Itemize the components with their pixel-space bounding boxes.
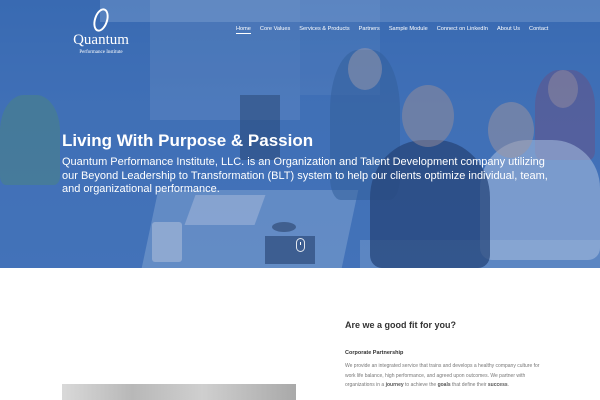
hero-text: Quantum Performance Institute, LLC. is a… [62, 156, 548, 195]
fit-section-title: Are we a good fit for you? [345, 320, 457, 330]
section-image [62, 384, 296, 400]
nav-item-sample-module[interactable]: Sample Module [389, 26, 428, 34]
nav-item-about-us[interactable]: About Us [497, 26, 520, 34]
fit-body-bold-journey: journey [385, 382, 404, 388]
fit-body-bold-success: success [487, 382, 508, 388]
nav-item-partners[interactable]: Partners [359, 26, 380, 34]
fit-section-body: We provide an integrated service that tr… [345, 362, 545, 391]
fit-body-bold-goals: goals [437, 382, 451, 388]
nav-item-contact[interactable]: Contact [529, 26, 548, 34]
nav-item-services-products[interactable]: Services & Products [299, 26, 349, 34]
fit-body-text: to achieve the [403, 382, 438, 388]
hero-section: Quantum Performance Institute Home Core … [0, 0, 600, 268]
fit-body-text: that define their [450, 382, 488, 388]
nav-item-home[interactable]: Home [236, 26, 251, 34]
logo-name: Quantum [73, 32, 129, 48]
scroll-down-icon[interactable] [296, 238, 305, 252]
hero-title: Living With Purpose & Passion [62, 131, 314, 150]
nav-item-core-values[interactable]: Core Values [260, 26, 290, 34]
scroll-dot [300, 242, 301, 245]
fit-section-subtitle: Corporate Partnership [345, 350, 404, 356]
logo-subtitle: Performance Institute [79, 50, 123, 55]
fit-body-text: . [507, 382, 510, 388]
nav-item-connect-linkedin[interactable]: Connect on LinkedIn [437, 26, 488, 34]
main-nav: Home Core Values Services & Products Par… [236, 26, 557, 34]
